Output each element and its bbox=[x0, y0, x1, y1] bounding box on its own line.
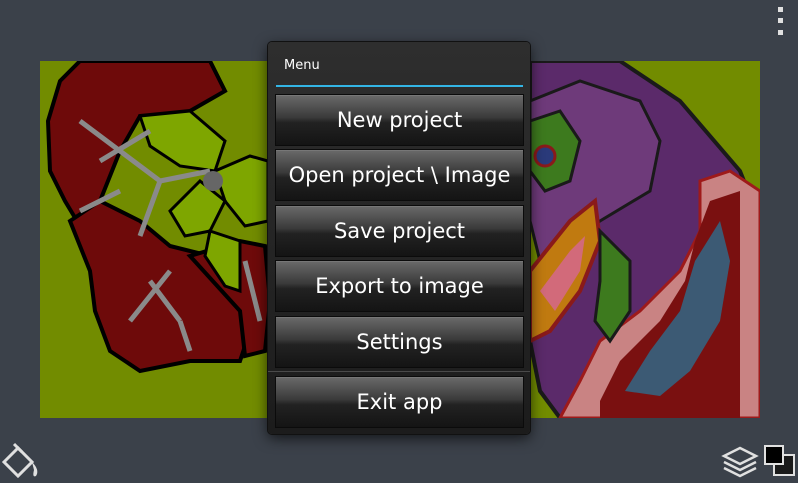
settings-button[interactable]: Settings bbox=[276, 317, 523, 367]
save-project-button[interactable]: Save project bbox=[276, 206, 523, 256]
dialog-title: Menu bbox=[284, 58, 320, 73]
exit-app-button[interactable]: Exit app bbox=[276, 377, 523, 427]
new-project-button[interactable]: New project bbox=[276, 95, 523, 145]
layers-icon[interactable] bbox=[720, 444, 760, 479]
export-image-button[interactable]: Export to image bbox=[276, 261, 523, 311]
overflow-menu-icon[interactable] bbox=[768, 4, 792, 38]
title-divider bbox=[276, 85, 523, 87]
paint-bucket-icon[interactable] bbox=[0, 440, 44, 479]
open-project-button[interactable]: Open project \ Image bbox=[276, 150, 523, 200]
color-swatch-icon[interactable] bbox=[763, 444, 796, 477]
menu-dialog: Menu New project Open project \ Image Sa… bbox=[268, 42, 530, 434]
menu-divider bbox=[268, 371, 530, 372]
